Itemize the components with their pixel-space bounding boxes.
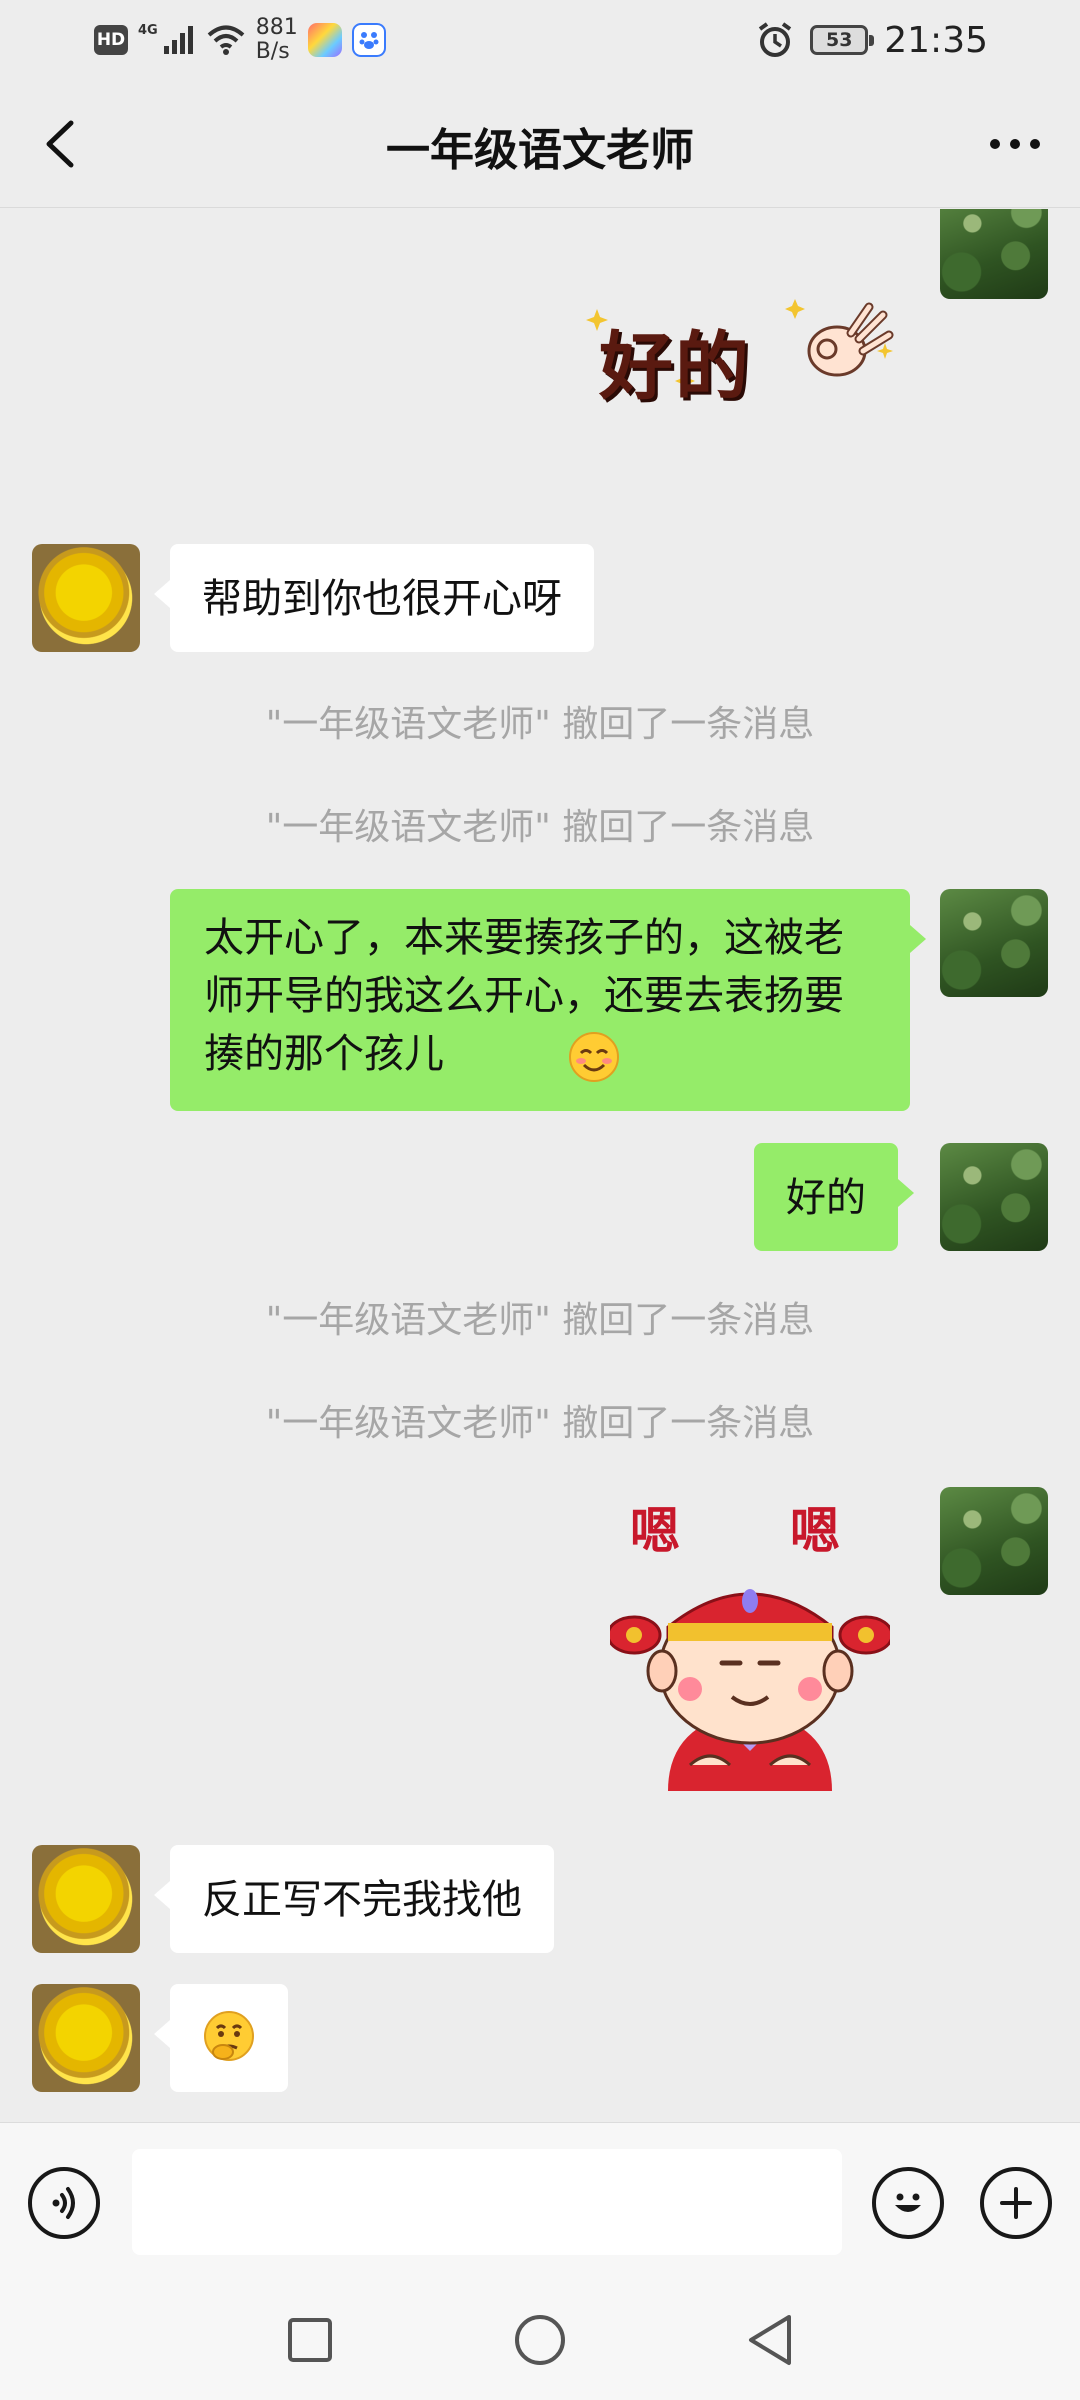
network-type: 4G — [138, 22, 158, 38]
my-avatar[interactable] — [940, 209, 1048, 299]
cellular-signal-icon — [163, 26, 193, 54]
network-speed: 881 B/s — [255, 15, 298, 64]
more-icon — [990, 139, 1040, 149]
recall-notice: "一年级语文老师" 撤回了一条消息 — [265, 1300, 815, 1341]
thinking-face-emoji-icon — [204, 2011, 254, 2061]
wifi-icon — [207, 25, 245, 55]
hd-badge: HD — [94, 25, 128, 55]
message-bubble-received[interactable]: 反正写不完我找他 — [154, 1845, 554, 1953]
message-text: 反正写不完我找他 — [202, 1877, 522, 1923]
message-input-bar — [0, 2122, 1080, 2278]
chat-title: 一年级语文老师 — [386, 125, 694, 176]
add-attachment-button[interactable] — [980, 2167, 1052, 2239]
more-button[interactable] — [980, 114, 1050, 174]
plus-icon — [1000, 2187, 1032, 2219]
recall-notice: "一年级语文老师" 撤回了一条消息 — [265, 704, 815, 745]
contact-avatar[interactable] — [32, 544, 140, 652]
clock: 21:35 — [884, 19, 988, 61]
baidu-notification-icon — [351, 23, 386, 57]
home-button[interactable] — [508, 2308, 572, 2372]
contact-avatar[interactable] — [32, 1845, 140, 1953]
message-text: 好的 — [786, 1175, 866, 1221]
system-navigation-bar — [0, 2278, 1080, 2400]
chat-message-list[interactable]: 好的 帮助到你也很开心呀 "一年级语文老师" 撤回了一条消息 "一年级语文老师"… — [0, 209, 1080, 2121]
status-left: HD 4G 881 B/s — [94, 14, 386, 66]
my-avatar[interactable] — [940, 889, 1048, 997]
emoji-button[interactable] — [872, 2167, 944, 2239]
voice-button[interactable] — [28, 2167, 100, 2239]
my-avatar[interactable] — [940, 1143, 1048, 1251]
alarm-icon — [759, 22, 792, 57]
my-avatar[interactable] — [940, 1487, 1048, 1595]
square-icon — [288, 2318, 332, 2362]
ok-hand-icon — [807, 302, 894, 377]
message-bubble-sent[interactable]: 好的 — [754, 1143, 914, 1251]
message-bubble-sent[interactable]: 太开心了，本来要揍孩子的，这被老师开导的我这么开心，还要去表扬要揍的那个孩儿 — [170, 889, 926, 1111]
triangle-back-icon — [749, 2315, 791, 2365]
sticker-god-of-wealth[interactable]: 嗯 嗯 — [610, 1491, 890, 1791]
message-text: 帮助到你也很开心呀 — [202, 576, 562, 622]
recall-notice: "一年级语文老师" 撤回了一条消息 — [265, 807, 815, 848]
recent-apps-button[interactable] — [278, 2308, 342, 2372]
god-of-wealth-sticker-icon — [610, 1589, 890, 1791]
sticker-haode-text: 好的 — [599, 324, 751, 410]
battery-indicator: 53 — [810, 25, 875, 55]
system-back-button[interactable] — [738, 2308, 802, 2372]
circle-icon — [515, 2315, 565, 2365]
contact-avatar[interactable] — [32, 1984, 140, 2092]
message-text: 太开心了，本来要揍孩子的，这被老师开导的我这么开心，还要去表扬要揍的那个孩儿 — [204, 915, 844, 1077]
message-text-field[interactable] — [132, 2149, 842, 2255]
voice-icon — [52, 2187, 75, 2219]
sticker-haode[interactable]: 好的 — [585, 293, 905, 410]
message-bubble-received[interactable] — [154, 1984, 288, 2092]
status-right: 53 21:35 — [756, 14, 988, 66]
recall-notice: "一年级语文老师" 撤回了一条消息 — [265, 1403, 815, 1444]
chat-header: 一年级语文老师 — [0, 80, 1080, 208]
message-bubble-received[interactable]: 帮助到你也很开心呀 — [154, 544, 594, 652]
emoji-icon — [895, 2193, 921, 2212]
status-bar: HD 4G 881 B/s 53 21:35 — [0, 0, 1080, 80]
blush-emoji-icon — [569, 1032, 619, 1082]
app-notification-icon — [307, 23, 342, 57]
